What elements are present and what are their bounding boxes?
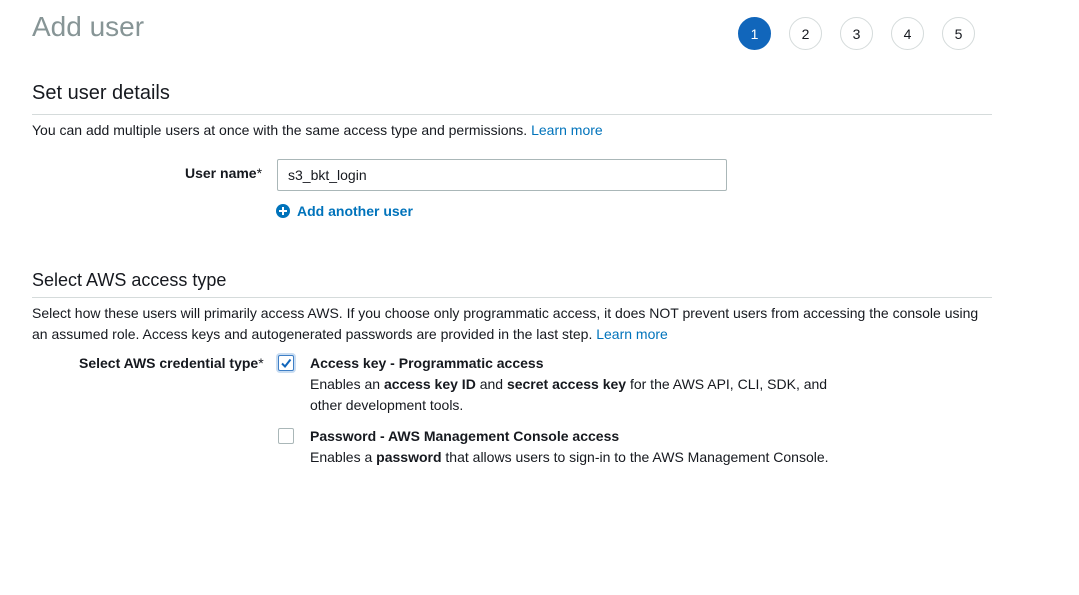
required-mark: * bbox=[256, 165, 263, 181]
plus-circle-icon bbox=[276, 204, 290, 218]
page-title: Add user bbox=[32, 11, 145, 42]
console-password-option-description: Enables a password that allows users to … bbox=[310, 447, 870, 468]
step-3[interactable]: 3 bbox=[840, 17, 873, 50]
desc-text: Enables a bbox=[310, 449, 377, 465]
checkmark-icon bbox=[281, 358, 292, 369]
access-key-checkbox[interactable] bbox=[278, 355, 294, 371]
required-mark: * bbox=[258, 355, 264, 371]
step-4[interactable]: 4 bbox=[891, 17, 924, 50]
username-label: User name* bbox=[185, 165, 262, 181]
username-input[interactable] bbox=[277, 159, 727, 191]
wizard-steps: 1 2 3 4 5 bbox=[738, 17, 975, 50]
console-password-option-title: Password - AWS Management Console access bbox=[310, 428, 620, 444]
desc-text: and bbox=[475, 376, 507, 392]
username-label-text: User name bbox=[185, 165, 257, 181]
credential-type-label-text: Select AWS credential type bbox=[79, 355, 259, 371]
desc-text: that allows users to sign-in to the AWS … bbox=[441, 449, 829, 465]
section-divider bbox=[32, 297, 992, 298]
access-type-heading: Select AWS access type bbox=[32, 270, 227, 290]
set-user-details-description: You can add multiple users at once with … bbox=[32, 120, 603, 141]
desc-bold: password bbox=[376, 449, 442, 465]
desc-bold: secret access key bbox=[506, 376, 627, 392]
learn-more-link[interactable]: Learn more bbox=[531, 122, 603, 138]
access-type-description: Select how these users will primarily ac… bbox=[32, 303, 992, 345]
add-another-user-button[interactable]: Add another user bbox=[276, 203, 413, 219]
console-password-checkbox[interactable] bbox=[278, 428, 294, 444]
step-5[interactable]: 5 bbox=[942, 17, 975, 50]
set-user-details-heading: Set user details bbox=[32, 82, 170, 104]
access-key-option-description: Enables an access key ID and secret acce… bbox=[310, 374, 850, 416]
step-2[interactable]: 2 bbox=[789, 17, 822, 50]
section-divider bbox=[32, 114, 992, 115]
desc-text: Enables an bbox=[310, 376, 384, 392]
credential-type-label: Select AWS credential type* bbox=[79, 355, 264, 371]
access-key-option-title: Access key - Programmatic access bbox=[310, 355, 544, 371]
learn-more-link[interactable]: Learn more bbox=[596, 326, 668, 342]
description-text: Select how these users will primarily ac… bbox=[32, 305, 979, 342]
step-1[interactable]: 1 bbox=[738, 17, 771, 50]
description-text: You can add multiple users at once with … bbox=[32, 122, 528, 138]
add-another-user-label: Add another user bbox=[297, 203, 413, 219]
desc-bold: access key ID bbox=[383, 376, 476, 392]
